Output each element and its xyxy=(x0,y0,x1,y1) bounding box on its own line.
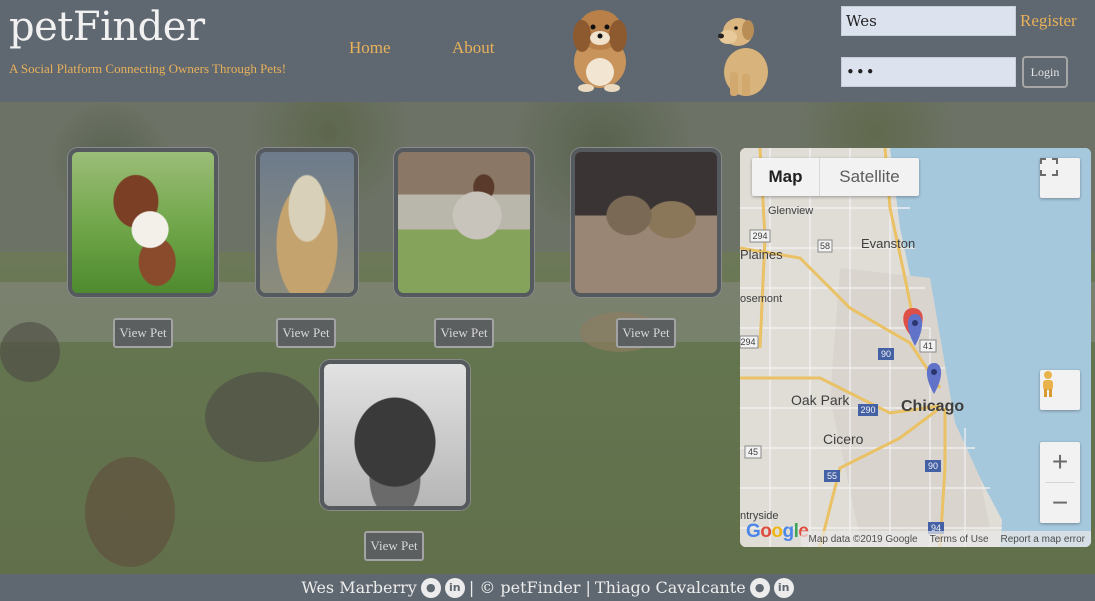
map-place-plaines: Plaines xyxy=(740,247,783,262)
spaniel-puppy-photo xyxy=(72,152,214,293)
report-map-error-link[interactable]: Report a map error xyxy=(1001,534,1085,545)
labrador-dog-image xyxy=(718,18,768,96)
nav-home-link[interactable]: Home xyxy=(349,38,391,58)
username-input[interactable] xyxy=(841,6,1016,36)
view-pet-button-3[interactable]: View Pet xyxy=(434,318,494,348)
map-type-satellite-button[interactable]: Satellite xyxy=(820,158,919,196)
view-pet-button-4[interactable]: View Pet xyxy=(616,318,676,348)
svg-text:41: 41 xyxy=(923,341,933,351)
pet-photo-4[interactable] xyxy=(571,148,721,297)
svg-text:290: 290 xyxy=(860,405,875,415)
login-button[interactable]: Login xyxy=(1022,56,1068,88)
svg-text:55: 55 xyxy=(827,471,837,481)
password-input[interactable] xyxy=(841,57,1016,87)
svg-text:294: 294 xyxy=(752,231,767,241)
github-icon[interactable]: ● xyxy=(420,577,441,598)
black-dog-photo xyxy=(324,364,466,506)
register-link[interactable]: Register xyxy=(1020,11,1077,31)
map-place-evanston: Evanston xyxy=(861,236,916,251)
map-type-control: Map Satellite xyxy=(752,158,919,196)
svg-text:45: 45 xyxy=(748,447,758,457)
pet-photo-3[interactable] xyxy=(394,148,534,297)
pegman-icon xyxy=(1043,371,1053,397)
map-place-oak-park: Oak Park xyxy=(791,392,850,408)
view-pet-button-1[interactable]: View Pet xyxy=(113,318,173,348)
footer-copyright: | © petFinder | xyxy=(468,578,591,597)
long-haired-dog-photo xyxy=(260,152,354,293)
google-map[interactable]: 294 58 294 90 41 290 45 90 55 94 Glenvie… xyxy=(740,148,1091,547)
map-place-chicago: Chicago xyxy=(901,398,965,415)
footer-author-2: Thiago Cavalcante xyxy=(594,578,746,597)
two-cats-photo xyxy=(575,152,717,293)
fullscreen-icon xyxy=(1040,158,1058,176)
footer-author-1: Wes Marberry xyxy=(301,578,417,597)
github-icon[interactable]: ● xyxy=(749,577,770,598)
terms-of-use-link[interactable]: Terms of Use xyxy=(930,534,989,545)
svg-text:90: 90 xyxy=(881,349,891,359)
pet-photo-2[interactable] xyxy=(256,148,358,297)
brand-title[interactable]: petFinder xyxy=(9,4,205,50)
map-data-credit: Map data ©2019 Google xyxy=(808,533,918,545)
map-place-cicero: Cicero xyxy=(823,431,864,447)
pet-photo-5[interactable] xyxy=(320,360,470,510)
footer-bar: Wes Marberry ● in | © petFinder | Thiago… xyxy=(0,574,1095,601)
map-place-glenview: Glenview xyxy=(768,205,814,217)
map-attribution: Map data ©2019 Google Terms of Use Repor… xyxy=(740,531,1091,547)
street-view-pegman-button[interactable] xyxy=(1040,370,1080,410)
brand-tagline: A Social Platform Connecting Owners Thro… xyxy=(9,61,287,76)
linkedin-icon[interactable]: in xyxy=(444,577,465,598)
fullscreen-button[interactable] xyxy=(1040,158,1080,198)
pointer-dog-photo xyxy=(398,152,530,293)
linkedin-icon[interactable]: in xyxy=(773,577,794,598)
zoom-out-button[interactable]: − xyxy=(1040,483,1080,523)
pet-photo-1[interactable] xyxy=(68,148,218,297)
zoom-control: + − xyxy=(1040,442,1080,523)
svg-text:294: 294 xyxy=(740,337,755,347)
svg-text:90: 90 xyxy=(928,461,938,471)
pekingese-dog-image xyxy=(573,10,627,92)
view-pet-button-2[interactable]: View Pet xyxy=(276,318,336,348)
header-bar: petFinder A Social Platform Connecting O… xyxy=(0,0,1095,102)
map-type-map-button[interactable]: Map xyxy=(752,158,820,196)
zoom-in-button[interactable]: + xyxy=(1040,442,1080,482)
svg-text:58: 58 xyxy=(820,241,830,251)
view-pet-button-5[interactable]: View Pet xyxy=(364,531,424,561)
map-place-rosemont: osemont xyxy=(740,293,783,305)
nav-about-link[interactable]: About xyxy=(452,38,495,58)
